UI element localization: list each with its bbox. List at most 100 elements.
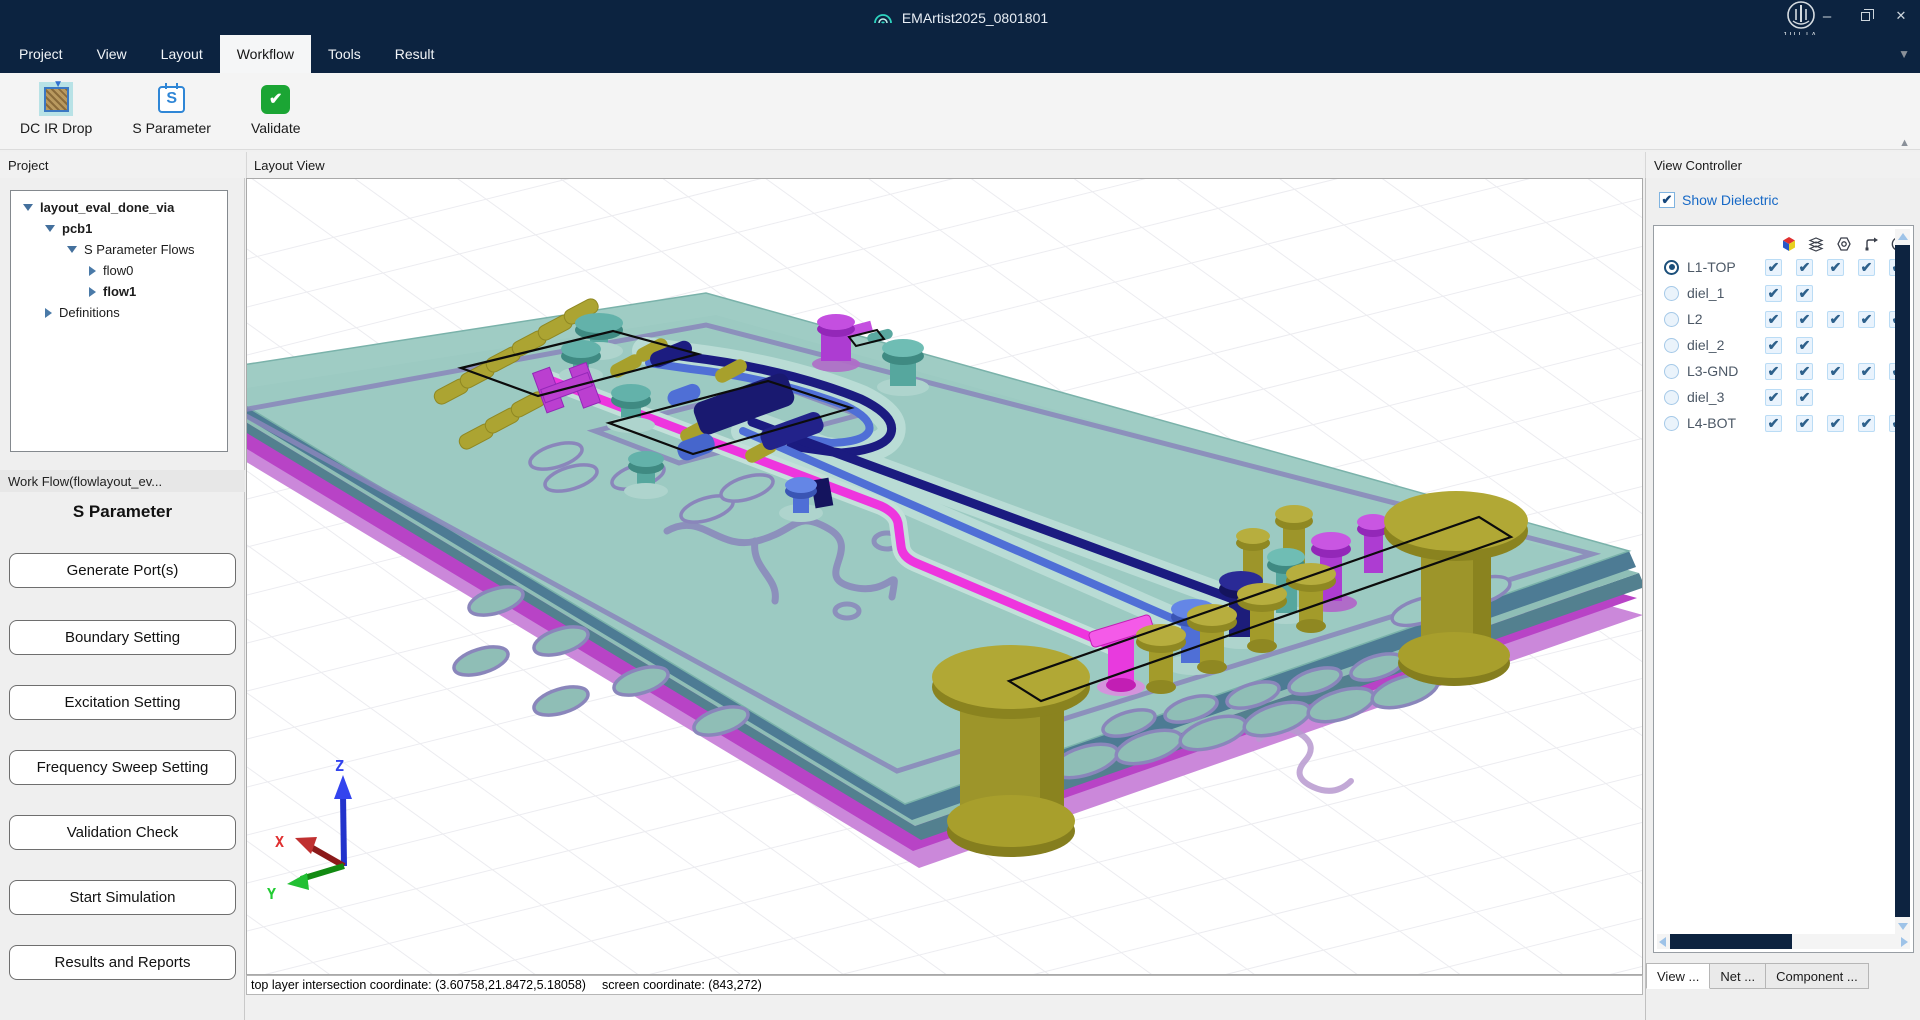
- toolbar-s-parameter[interactable]: S S Parameter: [132, 81, 211, 149]
- menu-item-view[interactable]: View: [80, 35, 144, 73]
- collapse-arrow-icon[interactable]: [89, 287, 96, 297]
- layout-3d-viewport[interactable]: Z X Y: [246, 178, 1643, 975]
- toolbar-validate[interactable]: ✔ Validate: [251, 81, 301, 149]
- generate-ports-button[interactable]: Generate Port(s): [9, 553, 236, 588]
- layer-checkbox[interactable]: ✔: [1858, 415, 1875, 432]
- layer-visibility-table: L1-TOP ✔ ✔ ✔ ✔ ✔ diel_1 ✔ ✔ L2 ✔ ✔ ✔ ✔ ✔ diel_2 ✔ ✔ L3-GND…: [1653, 225, 1914, 953]
- layer-checkbox[interactable]: ✔: [1827, 415, 1844, 432]
- layer-check-cell: ✔: [1789, 415, 1820, 432]
- layer-checkbox[interactable]: ✔: [1858, 363, 1875, 380]
- collapse-arrow-icon[interactable]: [45, 308, 52, 318]
- layer-check-cell: ✔: [1758, 363, 1789, 380]
- results-and-reports-button[interactable]: Results and Reports: [9, 945, 236, 980]
- layer-checkbox[interactable]: ✔: [1796, 337, 1813, 354]
- layer-check-cell: ✔: [1758, 311, 1789, 328]
- layer-name[interactable]: diel_3: [1687, 389, 1758, 405]
- layer-radio[interactable]: [1664, 260, 1679, 275]
- tab-view[interactable]: View ...: [1646, 963, 1710, 989]
- tree-item-layout-eval-done-via[interactable]: layout_eval_done_via: [11, 197, 227, 218]
- layer-checkbox[interactable]: ✔: [1796, 389, 1813, 406]
- layer-name[interactable]: L2: [1687, 311, 1758, 327]
- layer-checkbox[interactable]: ✔: [1858, 311, 1875, 328]
- tree-label: pcb1: [62, 221, 92, 236]
- layer-radio[interactable]: [1664, 390, 1679, 405]
- scroll-down-icon[interactable]: [1898, 923, 1908, 930]
- show-dielectric-checkbox[interactable]: ✔ Show Dielectric: [1659, 192, 1778, 208]
- layer-checkbox[interactable]: ✔: [1796, 311, 1813, 328]
- application-window: EMArtist2025_0801801 JULIA – ✕ Project V…: [0, 0, 1920, 1020]
- menu-item-project[interactable]: Project: [2, 35, 80, 73]
- layer-checkbox[interactable]: ✔: [1765, 363, 1782, 380]
- layer-name[interactable]: diel_2: [1687, 337, 1758, 353]
- layer-check-cell: ✔: [1758, 285, 1789, 302]
- layer-checkbox[interactable]: ✔: [1827, 259, 1844, 276]
- tree-item-definitions[interactable]: Definitions: [11, 302, 227, 323]
- layer-row-l4-bot: L4-BOT✔✔✔✔✔: [1654, 410, 1913, 436]
- layer-checkbox[interactable]: ✔: [1765, 389, 1782, 406]
- workflow-panel-header: Work Flow(flowlayout_ev...: [0, 470, 245, 492]
- layer-checkbox[interactable]: ✔: [1765, 311, 1782, 328]
- close-button[interactable]: ✕: [1884, 0, 1918, 32]
- restore-icon: [1861, 12, 1870, 21]
- tree-item-flow0[interactable]: flow0: [11, 260, 227, 281]
- tree-item-pcb1[interactable]: pcb1: [11, 218, 227, 239]
- menu-item-workflow[interactable]: Workflow: [220, 35, 311, 73]
- vertical-scrollbar-thumb[interactable]: [1895, 245, 1910, 917]
- ribbon-toolbar: ▼ DC IR Drop S S Parameter ✔ Validate: [0, 73, 1920, 150]
- menu-item-layout[interactable]: Layout: [144, 35, 220, 73]
- layer-radio[interactable]: [1664, 312, 1679, 327]
- layer-row-l2: L2✔✔✔✔✔: [1654, 306, 1913, 332]
- minimize-button[interactable]: –: [1810, 0, 1844, 32]
- excitation-setting-button[interactable]: Excitation Setting: [9, 685, 236, 720]
- tab-component[interactable]: Component ...: [1766, 963, 1869, 989]
- layer-name[interactable]: L4-BOT: [1687, 415, 1758, 431]
- layer-radio[interactable]: [1664, 338, 1679, 353]
- boundary-setting-button[interactable]: Boundary Setting: [9, 620, 236, 655]
- layer-radio[interactable]: [1664, 416, 1679, 431]
- menu-item-result[interactable]: Result: [378, 35, 452, 73]
- start-simulation-button[interactable]: Start Simulation: [9, 880, 236, 915]
- toolbar-label: DC IR Drop: [20, 120, 92, 136]
- layer-check-cell: ✔: [1851, 415, 1882, 432]
- layer-checkbox[interactable]: ✔: [1796, 415, 1813, 432]
- horizontal-scrollbar-thumb[interactable]: [1670, 934, 1792, 949]
- layer-checkbox[interactable]: ✔: [1827, 363, 1844, 380]
- layer-check-cell: ✔: [1820, 259, 1851, 276]
- layer-checkbox[interactable]: ✔: [1827, 311, 1844, 328]
- restore-button[interactable]: [1848, 0, 1882, 32]
- toolbar-dc-ir-drop[interactable]: ▼ DC IR Drop: [20, 81, 92, 149]
- layer-radio[interactable]: [1664, 286, 1679, 301]
- layer-checkbox[interactable]: ✔: [1765, 337, 1782, 354]
- layer-checkbox[interactable]: ✔: [1858, 259, 1875, 276]
- axis-y-label: Y: [267, 885, 276, 903]
- layer-checkbox[interactable]: ✔: [1765, 259, 1782, 276]
- layer-checkbox[interactable]: ✔: [1796, 259, 1813, 276]
- horizontal-scrollbar[interactable]: [1657, 934, 1910, 949]
- layer-check-cell: ✔: [1851, 311, 1882, 328]
- scroll-up-icon[interactable]: [1898, 233, 1908, 240]
- layer-checkbox[interactable]: ✔: [1765, 415, 1782, 432]
- collapse-arrow-icon[interactable]: [89, 266, 96, 276]
- frequency-sweep-setting-button[interactable]: Frequency Sweep Setting: [9, 750, 236, 785]
- layer-checkbox[interactable]: ✔: [1796, 363, 1813, 380]
- expand-arrow-icon[interactable]: [23, 204, 33, 211]
- layer-radio[interactable]: [1664, 364, 1679, 379]
- vertical-scrollbar[interactable]: [1895, 229, 1910, 934]
- layer-checkbox[interactable]: ✔: [1765, 285, 1782, 302]
- scroll-right-icon[interactable]: [1901, 937, 1908, 947]
- layer-name[interactable]: L3-GND: [1687, 363, 1758, 379]
- menu-item-tools[interactable]: Tools: [311, 35, 378, 73]
- tree-item-flow1[interactable]: flow1: [11, 281, 227, 302]
- expand-arrow-icon[interactable]: [67, 246, 77, 253]
- layer-checkbox[interactable]: ✔: [1796, 285, 1813, 302]
- scroll-left-icon[interactable]: [1659, 937, 1666, 947]
- tree-item-s-parameter-flows[interactable]: S Parameter Flows: [11, 239, 227, 260]
- tab-net[interactable]: Net ...: [1710, 963, 1766, 989]
- layer-name[interactable]: L1-TOP: [1687, 259, 1758, 275]
- ribbon-expand-chevron-up-icon[interactable]: ▲: [1899, 137, 1910, 149]
- right-panel-tabs: View ... Net ... Component ...: [1646, 963, 1869, 989]
- layer-name[interactable]: diel_1: [1687, 285, 1758, 301]
- ribbon-collapse-chevron-down-icon[interactable]: ▼: [1898, 47, 1910, 61]
- validation-check-button[interactable]: Validation Check: [9, 815, 236, 850]
- expand-arrow-icon[interactable]: [45, 225, 55, 232]
